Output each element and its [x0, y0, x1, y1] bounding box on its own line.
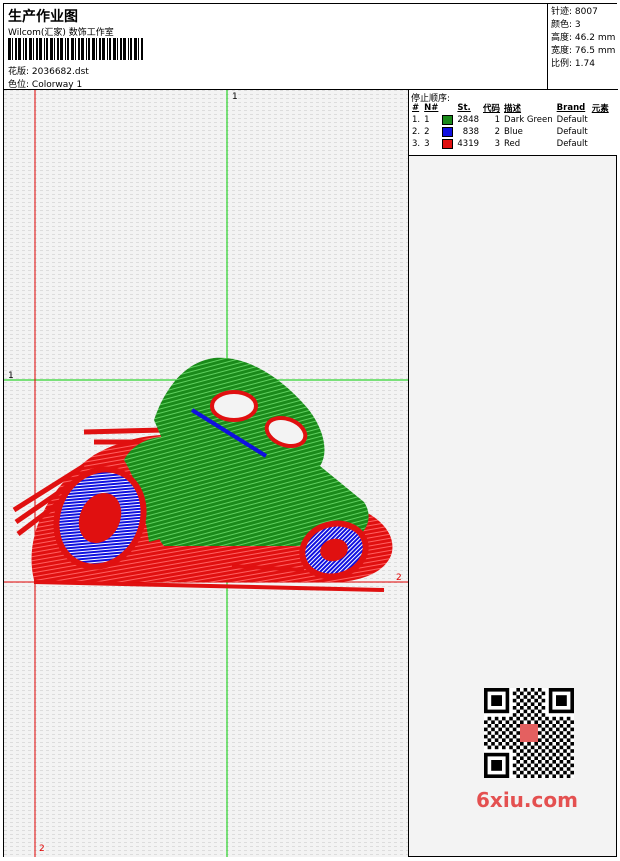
embroidery-preview: [4, 90, 408, 857]
col-header: 代码: [483, 104, 501, 114]
colorway-name: Colorway 1: [31, 80, 83, 90]
col-header: [440, 102, 455, 114]
stat-colors: 颜色: 3: [551, 20, 581, 30]
row-element: [590, 126, 611, 138]
barcode-icon: [8, 38, 143, 60]
company-name: Wilcom(汇家) 数饰工作室: [8, 28, 114, 38]
row-stitches: 2848: [457, 115, 480, 125]
row-brand: Default: [556, 139, 588, 149]
col-header: 描述: [504, 104, 522, 114]
color-swatch: [442, 138, 454, 149]
row-needle: 3: [424, 139, 430, 149]
watermark-text: 6xiu.com: [476, 788, 578, 812]
stat-width: 宽度: 76.5 mm: [551, 46, 616, 56]
row-desc: Red: [504, 139, 521, 149]
window-back: [210, 390, 258, 422]
row-brand: Default: [556, 115, 588, 125]
col-header: 元素: [591, 104, 609, 114]
axis-label-red-bottom: 2: [39, 844, 45, 854]
row-swatch: [440, 138, 455, 150]
colorway: 色位: Colorway 1: [8, 80, 83, 90]
table-row: 3. 3 4319 3 Red Default: [410, 138, 611, 150]
col-header: #: [412, 103, 420, 113]
row-code: 3: [494, 139, 501, 149]
col-header: Brand: [556, 103, 586, 113]
row-desc: Blue: [504, 127, 523, 137]
stat-stitches: 针迹: 8007: [551, 7, 598, 17]
production-worksheet: 生产作业图 Wilcom(汇家) 数饰工作室 花版: 2036682.dst 色…: [3, 3, 618, 857]
design-file: 花版: 2036682.dst: [8, 67, 89, 77]
col-header: N#: [424, 103, 439, 113]
row-stitches: 4319: [457, 139, 480, 149]
header-info: 生产作业图 Wilcom(汇家) 数饰工作室 花版: 2036682.dst 色…: [4, 4, 548, 90]
qr-code-icon: [484, 688, 574, 778]
table-row: 1. 1 2848 1 Dark Green Default: [410, 114, 611, 126]
row-code: 1: [494, 115, 501, 125]
watermark: 6xiu.com: [470, 684, 588, 820]
row-desc: Dark Green: [504, 115, 553, 125]
row-code: 2: [494, 127, 501, 137]
row-needle: 2: [424, 127, 430, 137]
color-swatch: [442, 114, 454, 125]
row-swatch: [440, 114, 455, 126]
axis-label-green-top: 1: [232, 92, 238, 102]
row-index: 3.: [412, 139, 421, 149]
row-index: 1.: [412, 115, 421, 125]
row-element: [590, 138, 611, 150]
row-index: 2.: [412, 127, 421, 137]
design-canvas: 1 1 2 2: [4, 90, 409, 857]
stop-sequence-panel: 停止顺序: # N# St. 代码 描述 Brand 元素 1. 1 2848 1 Da…: [409, 90, 617, 156]
row-stitches: 838: [462, 127, 480, 137]
stat-scale: 比例: 1.74: [551, 59, 595, 69]
axis-label-green-left: 1: [8, 371, 14, 381]
col-header: St.: [457, 103, 471, 113]
row-swatch: [440, 126, 455, 138]
table-row: 2. 2 838 2 Blue Default: [410, 126, 611, 138]
row-needle: 1: [424, 115, 430, 125]
axis-label-red-right: 2: [396, 573, 402, 583]
stat-height: 高度: 46.2 mm: [551, 33, 616, 43]
stats-panel: 针迹: 8007 颜色: 3 高度: 46.2 mm 宽度: 76.5 mm 比…: [548, 4, 618, 90]
page-title: 生产作业图: [8, 9, 78, 25]
stop-sequence-table: # N# St. 代码 描述 Brand 元素 1. 1 2848 1 Dark Gre…: [410, 102, 611, 150]
color-swatch: [442, 126, 454, 137]
row-brand: Default: [556, 127, 588, 137]
design-filename: 2036682.dst: [31, 67, 89, 77]
row-element: [590, 114, 611, 126]
